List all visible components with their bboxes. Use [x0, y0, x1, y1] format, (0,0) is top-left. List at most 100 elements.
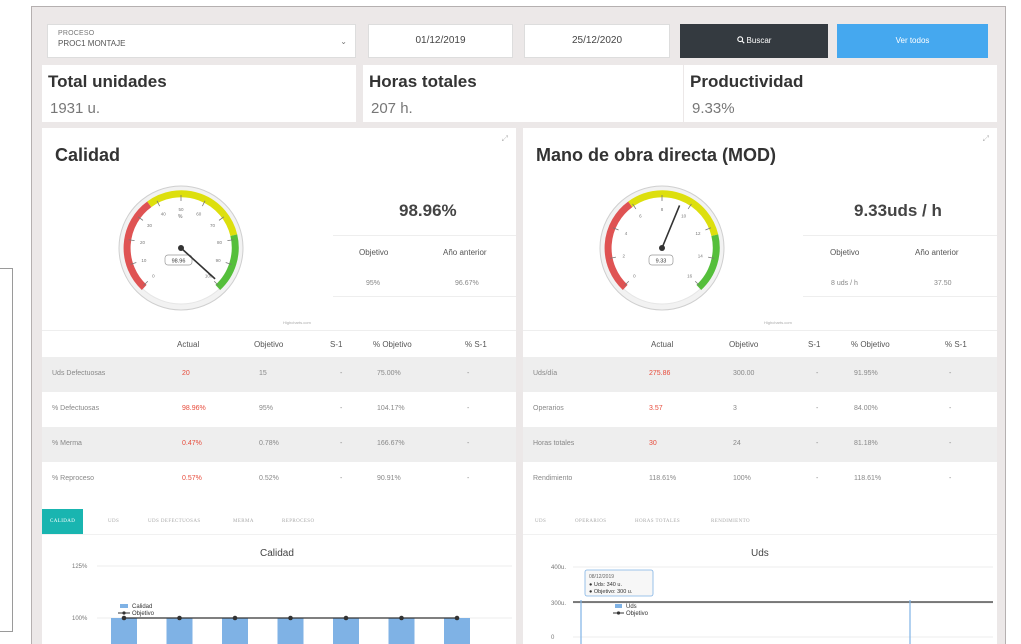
cell-s1: - [816, 370, 819, 377]
objective-point [454, 615, 460, 621]
process-select[interactable]: PROCESO PROC1 MONTAJE ⌄ [47, 24, 356, 58]
cell-actual: 30 [649, 440, 657, 447]
gauge-tick-label: 50 [178, 207, 184, 212]
gauge-tick-label: 10 [681, 214, 687, 219]
cell-pct-objective: 90.91% [377, 475, 401, 482]
legend-label: Uds [626, 604, 637, 610]
tab-uds[interactable]: UDS [535, 509, 546, 534]
table-row: Uds Defectuosas 20 15 - 75.00% - [42, 357, 516, 392]
cell-actual: 0.47% [182, 440, 202, 447]
tab-uds-defectuosas[interactable]: UDS DEFECTUOSAS [148, 509, 201, 534]
y-tick-label: 125% [72, 564, 88, 570]
date-from-input[interactable]: 01/12/2019 [368, 24, 513, 58]
expand-icon[interactable]: ⤢ [502, 134, 508, 144]
tab-uds[interactable]: UDS [108, 509, 119, 534]
objective-point [177, 615, 182, 621]
row-label: Uds Defectuosas [52, 370, 106, 377]
gauge-tick-label: 90 [216, 258, 222, 263]
table-row: % Reproceso 0.57% 0.52% - 90.91% - [42, 462, 516, 497]
bar [111, 618, 137, 644]
table-row: % Defectuosas 98.96% 95% - 104.17% - [42, 392, 516, 427]
kpi-title: Productividad [690, 72, 804, 91]
cell-s1: - [816, 475, 819, 482]
gauge-tick-label: 30 [147, 223, 153, 228]
cell-actual: 118.61% [649, 475, 677, 482]
gauge-tick-label: 12 [696, 231, 702, 236]
view-all-button[interactable]: Ver todos [837, 24, 988, 58]
previous-year-value: 37.50 [934, 280, 952, 287]
kpi-total-units: Total unidades 1931 u. [42, 65, 356, 122]
y-tick-label: 300u. [551, 601, 566, 607]
gauge-tick-label: 16 [687, 274, 693, 279]
gauge-pivot [659, 245, 665, 251]
previous-year-label: Año anterior [915, 248, 959, 257]
gauge-readout: 98.96 [172, 259, 186, 265]
column-header: Actual [177, 340, 200, 349]
quality-big-value: 98.96% [399, 201, 457, 220]
cell-s1: - [340, 440, 343, 447]
dashboard-app: PROCESO PROC1 MONTAJE ⌄ 01/12/2019 a 25/… [31, 6, 1006, 644]
gauge-tick-label: 80 [217, 240, 223, 245]
gauge-unit: % [178, 214, 183, 220]
gauge-tick-label: 40 [161, 211, 167, 216]
previous-year-value: 96.67% [455, 280, 479, 287]
cell-pct-objective: 118.61% [854, 475, 882, 482]
process-select-value: PROC1 MONTAJE [58, 39, 126, 48]
legend-swatch [120, 604, 128, 608]
tab-operarios[interactable]: OPERARIOS [575, 509, 606, 534]
column-header: % Objetivo [851, 340, 890, 349]
row-label: Uds/día [533, 370, 558, 377]
objective-value: 8 uds / h [831, 280, 858, 287]
kpi-title: Horas totales [369, 72, 477, 91]
objective-value: 95% [366, 280, 381, 287]
cell-s1: - [816, 405, 819, 412]
quality-bar-chart: 125%100%75%CalidadObjetivo [72, 564, 512, 644]
cell-pct-objective: 91.95% [854, 370, 878, 377]
chart-credit: Highcharts.com [764, 320, 792, 325]
legend-label: Objetivo [132, 611, 155, 617]
search-button[interactable]: Buscar [680, 24, 828, 58]
gauge-pivot [178, 245, 184, 251]
tab-merma[interactable]: MERMA [233, 509, 254, 534]
cell-pct-objective: 81.18% [854, 440, 878, 447]
kpi-value: 1931 u. [50, 100, 101, 117]
expand-icon[interactable]: ⤢ [983, 134, 989, 144]
cell-objective: 95% [259, 405, 274, 412]
cell-pct-objective: 166.67% [377, 440, 405, 447]
row-label: % Defectuosas [52, 405, 100, 412]
column-header: % S-1 [465, 340, 487, 349]
cell-actual: 3.57 [649, 405, 663, 412]
bar [444, 618, 470, 644]
cell-objective: 0.78% [259, 440, 279, 447]
cell-objective: 15 [259, 370, 267, 377]
y-tick-label: 400u. [551, 565, 566, 571]
objective-label: Objetivo [359, 248, 389, 257]
quality-chart-tabs: CALIDAD UDS UDS DEFECTUOSAS MERMA REPROC… [42, 509, 516, 535]
table-row: Uds/día 275.86 300.00 - 91.95% - [523, 357, 997, 392]
date-to-input[interactable]: 25/12/2020 [524, 24, 670, 58]
cell-pct-s1: - [467, 370, 470, 377]
objective-point [343, 615, 349, 621]
cell-objective: 300.00 [733, 370, 755, 377]
row-label: Horas totales [533, 440, 575, 447]
legend-swatch [615, 604, 622, 608]
y-tick-label: 0 [551, 635, 555, 641]
cell-actual: 20 [182, 370, 190, 377]
objective-point [121, 615, 127, 621]
tooltip-line: ● Uds: 340 u. [589, 582, 622, 588]
process-select-label: PROCESO [58, 30, 95, 37]
column-header: Objetivo [254, 340, 284, 349]
tab-reproceso[interactable]: REPROCESO [282, 509, 315, 534]
column-header: S-1 [330, 340, 343, 349]
quality-table-header: Actual Objetivo S-1 % Objetivo % S-1 [42, 330, 516, 358]
tab-calidad[interactable]: CALIDAD [42, 509, 84, 534]
chart-title: Calidad [260, 548, 294, 559]
column-header: % Objetivo [373, 340, 412, 349]
kpi-productivity: Productividad 9.33% [684, 65, 997, 122]
tab-rendimiento[interactable]: RENDIMIENTO [711, 509, 750, 534]
chart-legend: UdsObjetivo [613, 604, 649, 617]
tab-horas-totales[interactable]: HORAS TOTALES [635, 509, 680, 534]
cell-pct-s1: - [467, 475, 470, 482]
cell-objective: 3 [733, 405, 737, 412]
objective-point [399, 615, 404, 621]
